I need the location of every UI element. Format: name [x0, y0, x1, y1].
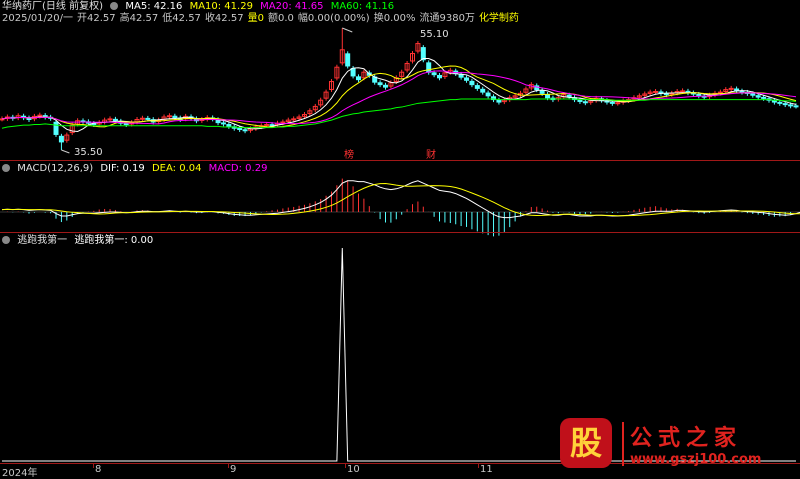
- candle-body: [474, 85, 480, 89]
- candle-body: [545, 93, 551, 99]
- macd-header: MACD(12,26,9) DIF: 0.19 DEA: 0.04 MACD: …: [2, 163, 271, 175]
- x-tick: [478, 463, 479, 468]
- candle-body: [350, 67, 356, 77]
- indicator-title[interactable]: 逃跑我第一: [17, 235, 67, 246]
- x-label-year: 2024年: [2, 468, 38, 479]
- candle-body: [355, 76, 361, 81]
- x-label-nov: 11: [480, 464, 493, 475]
- candle-body: [226, 123, 232, 127]
- candle-body: [37, 114, 43, 117]
- watermark-logo: 股: [560, 418, 612, 468]
- candle-body: [464, 77, 470, 81]
- x-tick: [93, 463, 94, 468]
- candle-body: [496, 99, 502, 103]
- candle-body: [485, 92, 491, 97]
- candle-body: [582, 101, 588, 104]
- candle-body: [680, 90, 686, 93]
- candle-body: [469, 80, 475, 86]
- candle-body: [717, 91, 723, 94]
- ma10-line: [1, 65, 797, 128]
- watermark-divider: [622, 422, 624, 466]
- candle-body: [382, 84, 388, 88]
- candle-body: [437, 74, 443, 79]
- macd-value-label: MACD: 0.29: [208, 163, 268, 174]
- indicator-value: 逃跑我第一: 0.00: [74, 235, 154, 246]
- candle-body: [696, 93, 702, 97]
- candle-body: [771, 100, 777, 103]
- candle-body: [739, 90, 745, 93]
- site-watermark: 股 公式之家 www.gszj100.com: [560, 418, 796, 474]
- candle-body: [653, 90, 659, 93]
- indicator-header: 逃跑我第一 逃跑我第一: 0.00: [2, 235, 157, 247]
- x-label-sep: 9: [230, 464, 237, 475]
- low-price-label: 35.50: [74, 147, 103, 158]
- candle-body: [777, 101, 783, 104]
- candle-body: [577, 99, 583, 102]
- candle-body: [53, 121, 59, 135]
- candle-body: [426, 62, 432, 73]
- candle-body: [172, 115, 178, 119]
- panel-separator-2[interactable]: [0, 232, 800, 233]
- macd-settings-icon[interactable]: [2, 164, 10, 172]
- candle-body: [345, 53, 351, 67]
- high-price-label: 55.10: [420, 29, 449, 40]
- x-tick: [228, 463, 229, 468]
- watermark-title: 公式之家: [630, 425, 743, 451]
- low-leader-line: [61, 149, 70, 154]
- candle-body: [107, 118, 113, 121]
- candle-body: [58, 135, 64, 143]
- candle-body: [782, 103, 788, 106]
- candle-body: [609, 101, 615, 104]
- candle-body: [420, 47, 426, 61]
- indicator-settings-icon[interactable]: [2, 236, 10, 244]
- candle-body: [237, 128, 243, 131]
- x-label-aug: 8: [95, 464, 102, 475]
- candle-body: [755, 95, 761, 98]
- x-label-oct: 10: [347, 464, 360, 475]
- candle-body: [761, 96, 767, 99]
- candle-body: [750, 93, 756, 96]
- candle-body: [793, 105, 799, 108]
- candle-body: [242, 129, 248, 132]
- candle-body: [431, 72, 437, 76]
- candle-body: [480, 88, 486, 93]
- panel-separator-1[interactable]: [0, 160, 800, 161]
- candle-body: [291, 118, 297, 121]
- price-panel: [0, 27, 799, 154]
- candle-body: [264, 123, 270, 126]
- candle-body: [145, 117, 151, 120]
- candle-body: [112, 118, 118, 122]
- dif-label: DIF: 0.19: [100, 163, 145, 174]
- candle-body: [615, 102, 621, 105]
- candle-body: [539, 90, 545, 94]
- candle-body: [166, 115, 172, 118]
- candle-body: [220, 122, 226, 125]
- dea-line: [1, 183, 800, 217]
- dea-label: DEA: 0.04: [151, 163, 202, 174]
- candle-body: [788, 104, 794, 107]
- watermark-url: www.gszj100.com: [630, 452, 762, 467]
- macd-panel: [0, 178, 800, 237]
- candle-body: [280, 121, 286, 124]
- candle-body: [728, 87, 734, 90]
- high-leader-line: [342, 27, 353, 33]
- macd-title[interactable]: MACD(12,26,9): [17, 163, 93, 174]
- candle-body: [139, 117, 145, 120]
- candle-body: [663, 93, 669, 96]
- candle-body: [123, 123, 129, 126]
- candle-body: [377, 82, 383, 86]
- x-tick: [345, 463, 346, 468]
